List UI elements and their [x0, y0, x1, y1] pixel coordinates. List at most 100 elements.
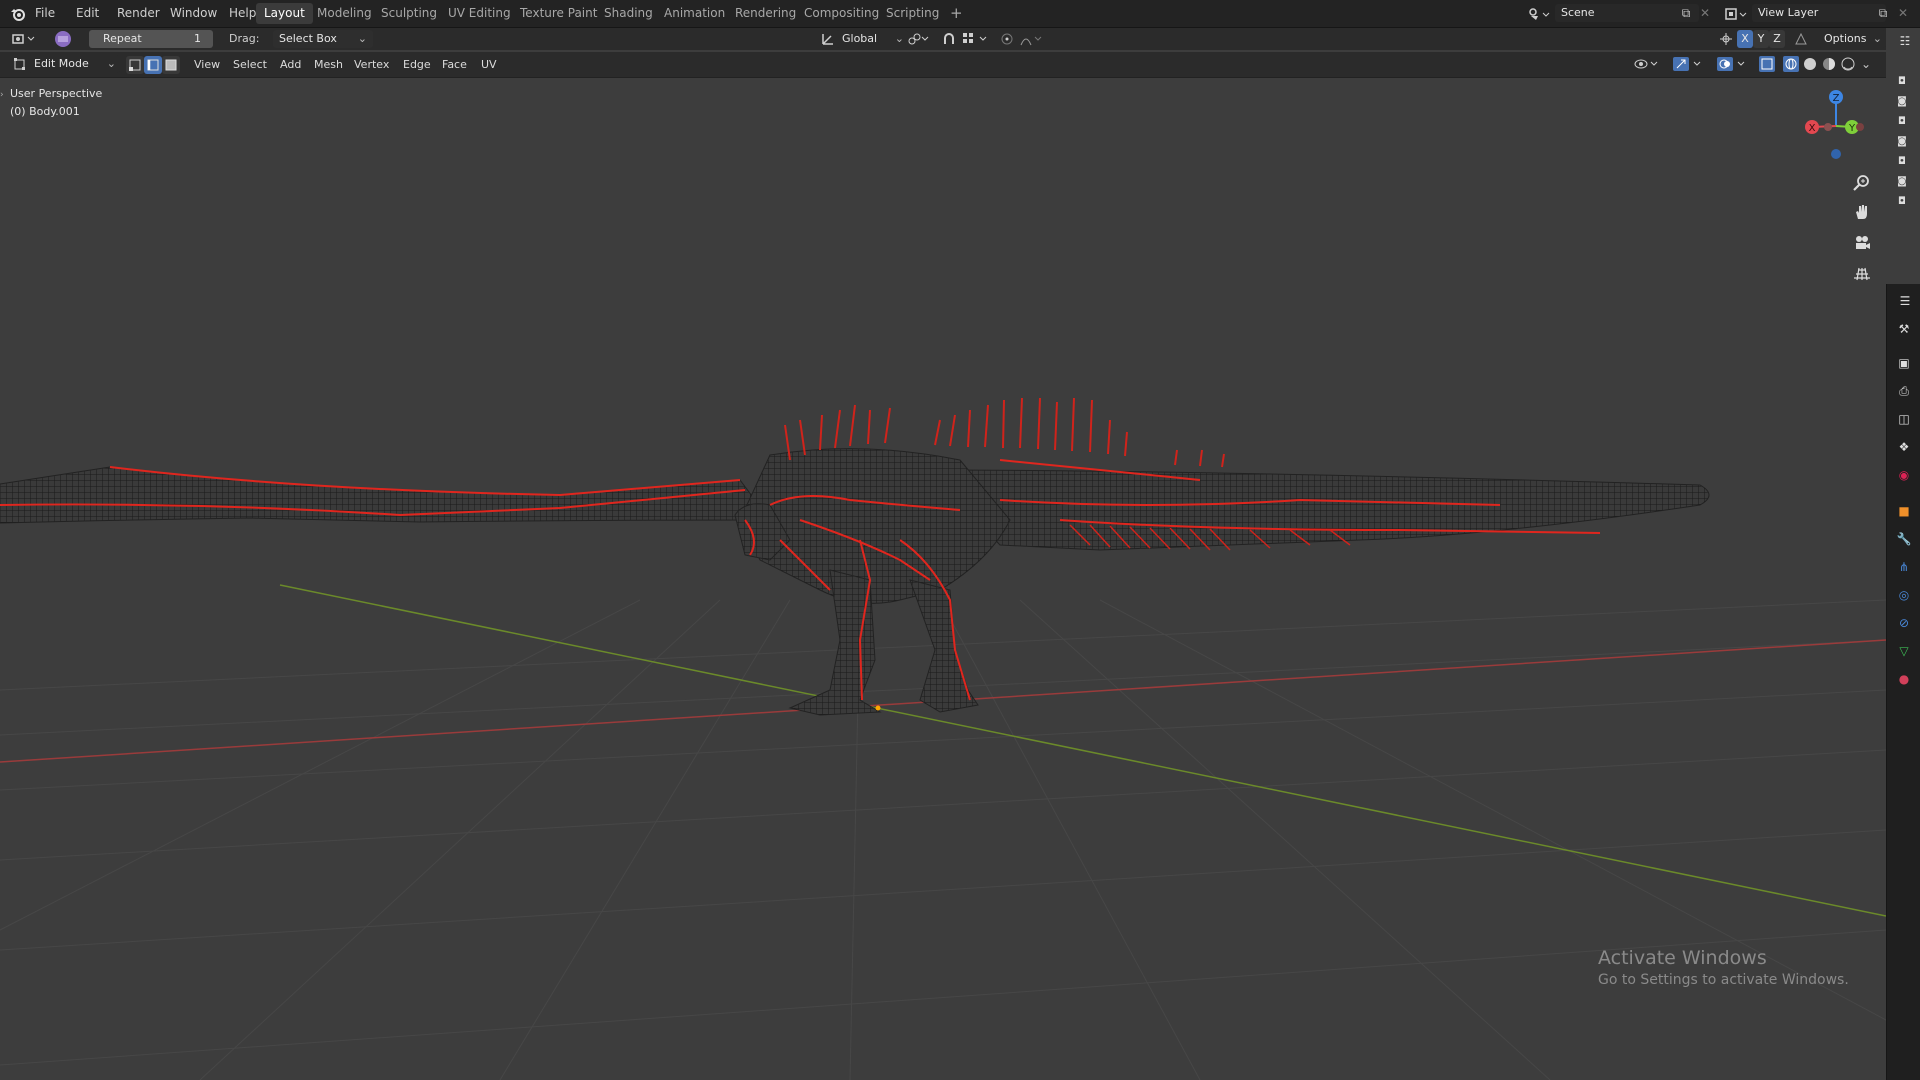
activate-windows-subtitle: Go to Settings to activate Windows.: [1598, 972, 1849, 988]
origin-point: [875, 705, 881, 711]
mirror-y-label: Y: [1757, 32, 1765, 45]
view-layer-icon[interactable]: [1722, 4, 1750, 24]
shading-options-icon[interactable]: ⌄: [1859, 55, 1873, 73]
vertex-select-mode-button[interactable]: [126, 56, 144, 74]
camera-restrict-icon[interactable]: ◘: [1894, 154, 1910, 168]
data-properties-icon[interactable]: ▽: [1895, 642, 1913, 660]
view-layer-selector[interactable]: View Layer: [1752, 4, 1886, 22]
transform-affect-icon[interactable]: [1718, 30, 1734, 48]
orientation-dropdown[interactable]: Global ⌄: [836, 30, 908, 48]
repeat-button[interactable]: Repeat 1: [89, 30, 213, 48]
camera-restrict-icon[interactable]: ◙: [1894, 174, 1910, 188]
delete-view-layer-icon[interactable]: ✕: [1894, 4, 1912, 22]
scene-properties-icon[interactable]: ❖: [1895, 438, 1913, 456]
camera-restrict-icon[interactable]: ◘: [1894, 114, 1910, 128]
menu-face[interactable]: Face: [442, 55, 467, 75]
mirror-z-label: Z: [1773, 32, 1781, 45]
blender-logo-icon[interactable]: [8, 4, 28, 24]
menu-render[interactable]: Render: [117, 0, 160, 27]
add-workspace-button[interactable]: +: [942, 3, 971, 24]
chevron-down-icon: ⌄: [1872, 32, 1882, 45]
new-view-layer-icon[interactable]: ⧉: [1874, 4, 1892, 22]
options-label: Options: [1824, 32, 1867, 45]
overlays-icon[interactable]: [1714, 55, 1750, 73]
gizmo-toggle-icon[interactable]: [1670, 55, 1706, 73]
constraint-properties-icon[interactable]: ⊘: [1895, 614, 1913, 632]
snap-target-icon[interactable]: [960, 30, 992, 48]
camera-view-icon[interactable]: [1850, 231, 1874, 255]
tab-animation[interactable]: Animation: [656, 3, 733, 24]
scene-icon[interactable]: [1525, 4, 1553, 24]
tab-uv-editing[interactable]: UV Editing: [440, 3, 519, 24]
falloff-icon[interactable]: [1018, 30, 1046, 48]
modifier-properties-icon[interactable]: 🔧: [1895, 530, 1913, 548]
tab-modeling[interactable]: Modeling: [309, 3, 380, 24]
physics-properties-icon[interactable]: ◎: [1895, 586, 1913, 604]
camera-restrict-icon[interactable]: ◘: [1894, 74, 1910, 88]
pivot-point-icon[interactable]: [904, 30, 934, 48]
menu-uv[interactable]: UV: [481, 55, 497, 75]
drag-select-dropdown[interactable]: Select Box ⌄: [273, 30, 373, 48]
pan-hand-icon[interactable]: [1850, 200, 1874, 224]
camera-restrict-icon[interactable]: ◙: [1894, 94, 1910, 108]
tab-shading[interactable]: Shading: [596, 3, 661, 24]
menu-window[interactable]: Window: [170, 0, 217, 27]
menu-file[interactable]: File: [35, 0, 55, 27]
zoom-icon[interactable]: [1850, 171, 1874, 195]
particles-properties-icon[interactable]: ⋔: [1895, 558, 1913, 576]
view-layer-properties-icon[interactable]: ◫: [1895, 410, 1913, 428]
menu-help[interactable]: Help: [229, 0, 256, 27]
active-tool-icon[interactable]: [52, 29, 74, 49]
world-properties-icon[interactable]: ◉: [1895, 466, 1913, 484]
vertex-select-icon: [129, 59, 141, 71]
menu-mesh[interactable]: Mesh: [314, 55, 343, 75]
material-properties-icon[interactable]: ●: [1895, 670, 1913, 688]
tab-compositing[interactable]: Compositing: [796, 3, 887, 24]
tab-scripting[interactable]: Scripting: [878, 3, 947, 24]
menu-edge[interactable]: Edge: [403, 55, 431, 75]
collapse-arrow-icon[interactable]: ›: [0, 90, 4, 100]
object-properties-icon[interactable]: ■: [1895, 502, 1913, 520]
menu-add[interactable]: Add: [280, 55, 301, 75]
solid-shading-icon[interactable]: [1801, 55, 1819, 73]
tab-rendering[interactable]: Rendering: [727, 3, 804, 24]
tool-properties-icon[interactable]: ⚒: [1895, 320, 1913, 338]
mirror-x-toggle[interactable]: X: [1737, 30, 1753, 48]
output-properties-icon[interactable]: ⎙: [1895, 382, 1913, 400]
mode-label: Edit Mode: [34, 57, 89, 70]
mirror-z-toggle[interactable]: Z: [1769, 30, 1785, 48]
face-select-mode-button[interactable]: [162, 56, 180, 74]
editor-type-icon[interactable]: [10, 30, 38, 48]
ortho-toggle-icon[interactable]: [1850, 261, 1874, 285]
edge-select-mode-button[interactable]: [144, 56, 162, 74]
camera-restrict-icon[interactable]: ◙: [1894, 134, 1910, 148]
xray-toggle-icon[interactable]: [1758, 55, 1776, 73]
gizmo-z-label: Z: [1833, 93, 1840, 104]
interaction-mode-dropdown[interactable]: Edit Mode ⌄: [28, 55, 120, 73]
delete-scene-icon[interactable]: ✕: [1696, 4, 1714, 22]
mirror-y-toggle[interactable]: Y: [1753, 30, 1769, 48]
tab-sculpting[interactable]: Sculpting: [373, 3, 445, 24]
menu-edit[interactable]: Edit: [76, 0, 99, 27]
chevron-down-icon: ⌄: [894, 32, 904, 45]
menu-view[interactable]: View: [194, 55, 220, 75]
3d-viewport[interactable]: User Perspective (0) Body.001 › Z X Y: [0, 78, 1886, 1080]
menu-select[interactable]: Select: [233, 55, 267, 75]
options-dropdown[interactable]: Options ⌄: [1818, 30, 1886, 48]
topology-mirror-icon[interactable]: [1792, 30, 1810, 48]
new-scene-icon[interactable]: ⧉: [1677, 4, 1695, 22]
proportional-editing-icon[interactable]: [998, 30, 1016, 48]
render-properties-icon[interactable]: ▣: [1895, 354, 1913, 372]
wireframe-shading-icon[interactable]: [1782, 55, 1800, 73]
properties-editor-icon[interactable]: ☰: [1896, 292, 1914, 310]
outliner-editor-icon[interactable]: ☷: [1896, 32, 1914, 50]
rendered-shading-icon[interactable]: [1839, 55, 1857, 73]
menu-vertex[interactable]: Vertex: [354, 55, 389, 75]
tab-layout[interactable]: Layout: [256, 3, 313, 24]
material-preview-icon[interactable]: [1820, 55, 1838, 73]
camera-restrict-icon[interactable]: ◘: [1894, 194, 1910, 208]
tab-texture-paint[interactable]: Texture Paint: [512, 3, 605, 24]
visibility-icon[interactable]: [1632, 55, 1662, 73]
navigation-gizmo[interactable]: Z X Y: [1796, 84, 1876, 164]
snap-icon[interactable]: [940, 30, 958, 48]
